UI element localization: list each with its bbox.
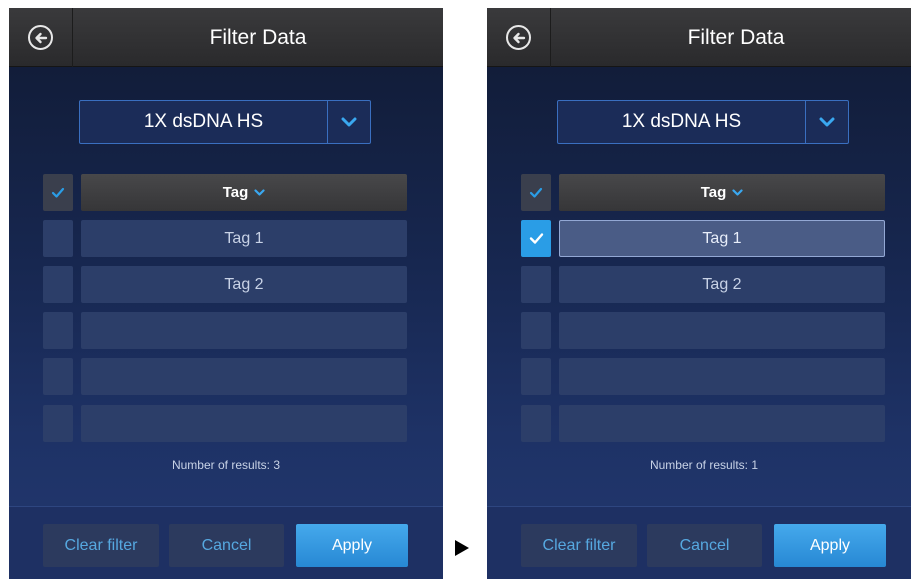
chevron-down-icon [732, 173, 743, 210]
results-count: Number of results: 1 [649, 458, 759, 472]
row-checkbox[interactable] [521, 312, 551, 349]
back-button[interactable] [487, 8, 551, 67]
table-row[interactable]: Tag 1 [81, 220, 407, 257]
table-row[interactable] [559, 312, 885, 349]
cancel-button[interactable]: Cancel [169, 524, 284, 567]
results-count: Number of results: 3 [171, 458, 281, 472]
table-row[interactable] [81, 358, 407, 395]
tag-column-header-label: Tag [700, 184, 727, 201]
table-row[interactable]: Tag 2 [559, 266, 885, 303]
select-all-checkbox[interactable] [43, 174, 73, 211]
footer-bar: Clear filter Cancel Apply [487, 506, 911, 579]
row-checkbox[interactable] [43, 358, 73, 395]
filter-screen-after: Filter Data 1X dsDNA HS Tag Tag 1 Tag 2 … [487, 8, 911, 579]
filter-screen-before: Filter Data 1X dsDNA HS Tag Tag 1 Tag 2 … [9, 8, 443, 579]
select-all-checkbox[interactable] [521, 174, 551, 211]
checkmark-icon [529, 233, 543, 244]
clear-filter-button[interactable]: Clear filter [521, 524, 637, 567]
row-checkbox[interactable] [43, 220, 73, 257]
assay-dropdown[interactable]: 1X dsDNA HS [79, 100, 371, 144]
row-checkbox[interactable] [43, 266, 73, 303]
clear-filter-button[interactable]: Clear filter [43, 524, 159, 567]
back-button[interactable] [9, 8, 73, 67]
row-checkbox[interactable] [521, 405, 551, 442]
apply-button[interactable]: Apply [774, 524, 886, 567]
table-row[interactable]: Tag 2 [81, 266, 407, 303]
assay-dropdown-value: 1X dsDNA HS [80, 101, 328, 143]
header-bar: Filter Data [487, 8, 911, 67]
cancel-button[interactable]: Cancel [647, 524, 762, 567]
header-bar: Filter Data [9, 8, 443, 67]
page-title: Filter Data [687, 26, 785, 49]
chevron-down-icon[interactable] [328, 101, 370, 143]
page-title: Filter Data [209, 26, 307, 49]
row-checkbox[interactable] [521, 358, 551, 395]
apply-button[interactable]: Apply [296, 524, 408, 567]
table-row[interactable] [81, 312, 407, 349]
assay-dropdown[interactable]: 1X dsDNA HS [557, 100, 849, 144]
tag-column-header-label: Tag [222, 184, 249, 201]
chevron-down-icon [254, 173, 265, 210]
checkmark-icon [529, 187, 543, 198]
back-arrow-circle-icon [506, 25, 531, 50]
row-checkbox[interactable] [43, 312, 73, 349]
assay-dropdown-value: 1X dsDNA HS [558, 101, 806, 143]
table-row[interactable] [81, 405, 407, 442]
back-arrow-circle-icon [28, 25, 53, 50]
table-row[interactable]: Tag 1 [559, 220, 885, 257]
play-arrow-icon [455, 540, 469, 556]
row-checkbox[interactable] [521, 266, 551, 303]
tag-column-header[interactable]: Tag [559, 174, 885, 211]
checkmark-icon [51, 187, 65, 198]
row-checkbox[interactable] [43, 405, 73, 442]
footer-bar: Clear filter Cancel Apply [9, 506, 443, 579]
table-row[interactable] [559, 358, 885, 395]
table-row[interactable] [559, 405, 885, 442]
chevron-down-icon[interactable] [806, 101, 848, 143]
row-checkbox[interactable] [521, 220, 551, 257]
tag-column-header[interactable]: Tag [81, 174, 407, 211]
